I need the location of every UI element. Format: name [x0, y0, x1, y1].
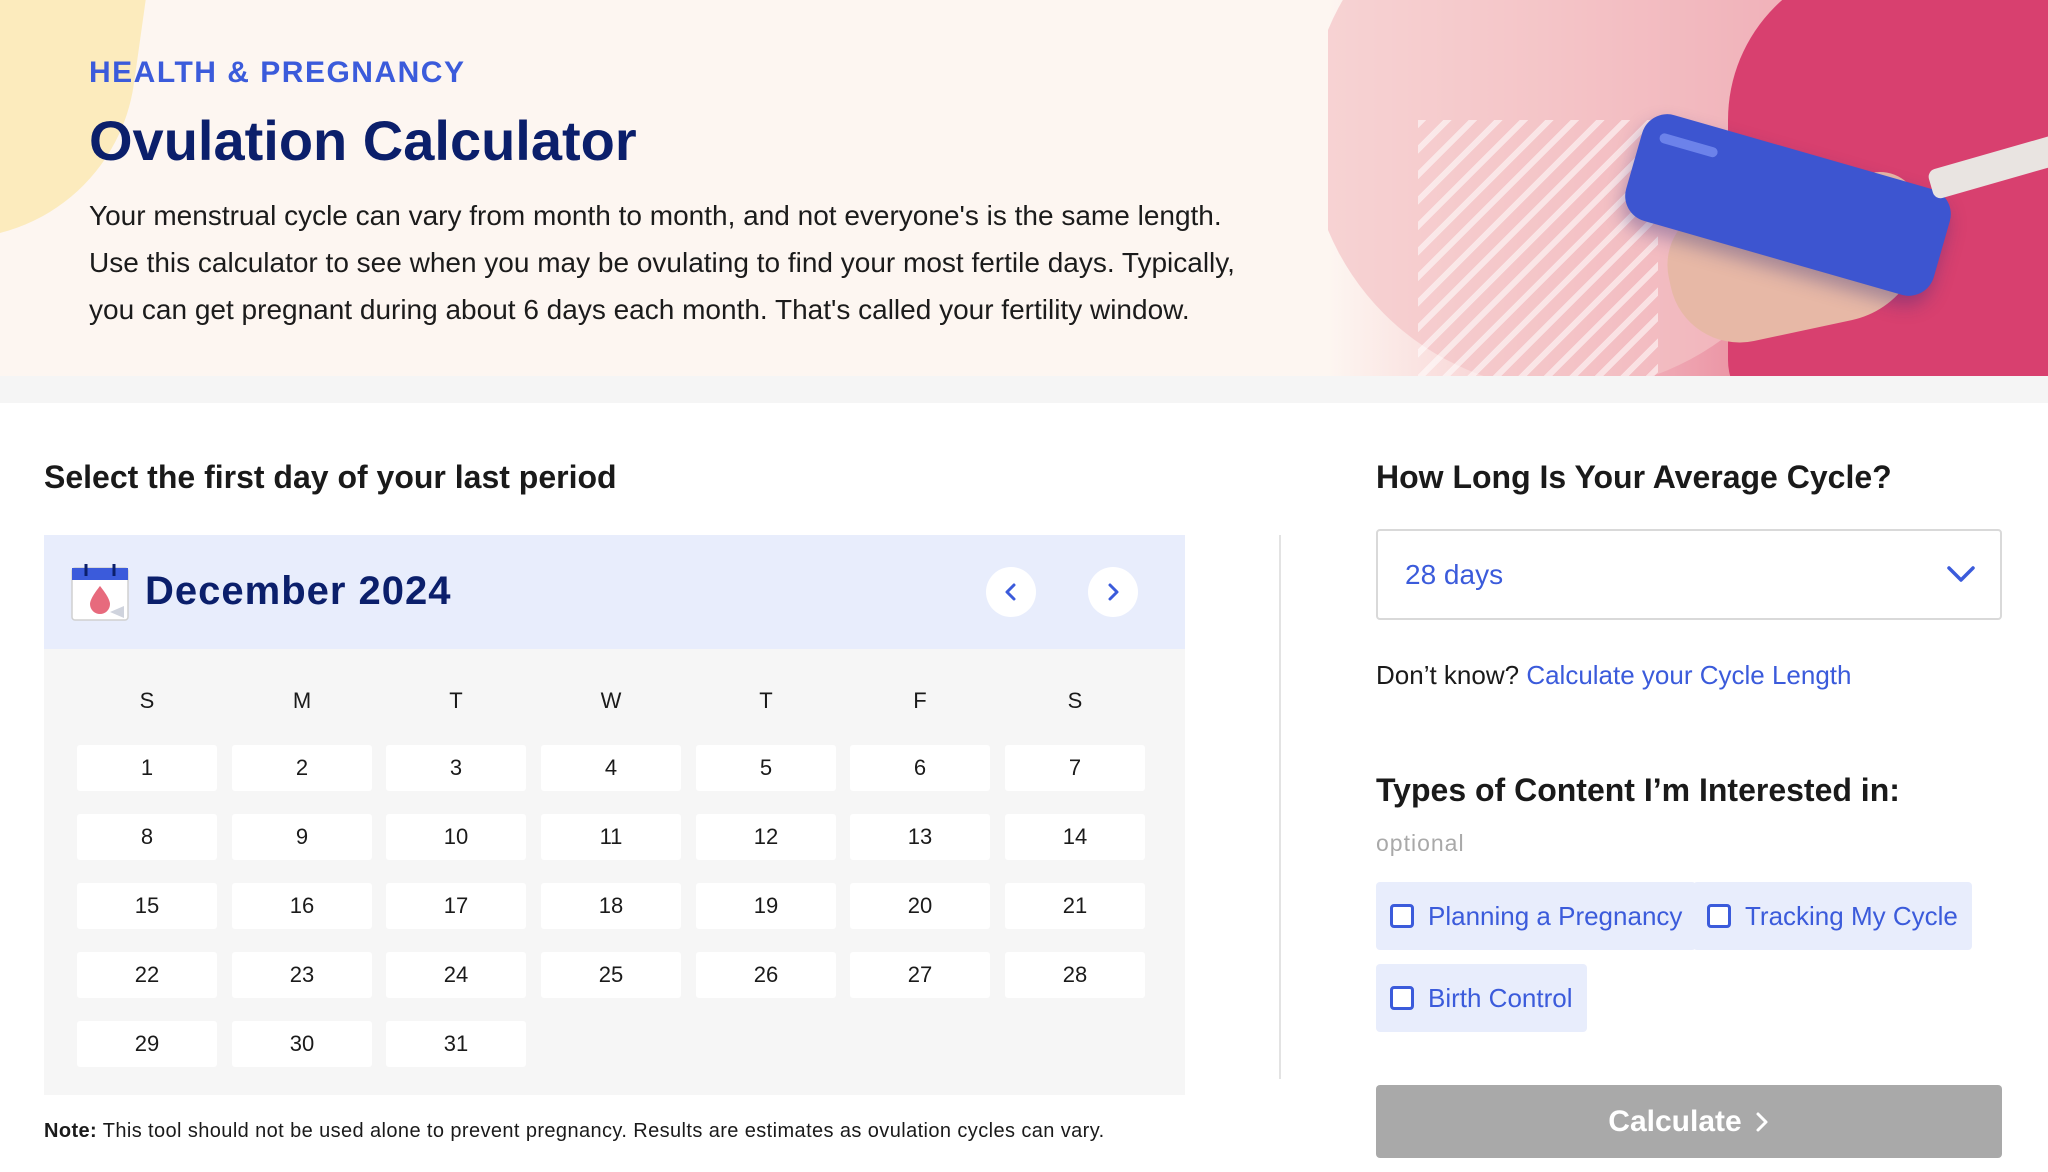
calendar-day[interactable]: 3: [386, 745, 526, 791]
intro-line: you can get pregnant during about 6 days…: [89, 294, 1190, 325]
calculate-button[interactable]: Calculate: [1376, 1085, 2002, 1158]
note-text: This tool should not be used alone to pr…: [97, 1120, 1105, 1142]
calendar-day[interactable]: 30: [232, 1021, 372, 1067]
weekday-label: T: [759, 688, 773, 713]
checkbox-label: Birth Control: [1428, 982, 1573, 1013]
calendar-day[interactable]: 17: [386, 883, 526, 929]
calendar-day[interactable]: 12: [696, 814, 836, 860]
checkbox-box[interactable]: [1390, 986, 1414, 1010]
checkbox-label: Planning a Pregnancy: [1428, 900, 1683, 931]
calendar-day[interactable]: 2: [232, 745, 372, 791]
calendar-day[interactable]: 16: [232, 883, 372, 929]
calculate-button-label: Calculate: [1608, 1104, 1742, 1138]
cycle-help: Don’t know? Calculate your Cycle Length: [1376, 660, 1852, 691]
page-title: Ovulation Calculator: [89, 109, 637, 172]
calendar-day[interactable]: 24: [386, 952, 526, 998]
chevron-down-icon: [1947, 566, 1975, 582]
checkbox-label: Tracking My Cycle: [1745, 900, 1958, 931]
note-label: Note:: [44, 1120, 98, 1142]
calendar-day[interactable]: 23: [232, 952, 372, 998]
calendar-day[interactable]: 10: [386, 814, 526, 860]
content-types-heading: Types of Content I’m Interested in:: [1376, 772, 1900, 808]
weekday-label: F: [913, 688, 927, 713]
calendar-month-label: December 2024: [145, 569, 452, 613]
calendar-day[interactable]: 26: [696, 952, 836, 998]
calendar-day[interactable]: 4: [541, 745, 681, 791]
planning-pregnancy-checkbox[interactable]: Planning a Pregnancy: [1376, 882, 1697, 950]
cycle-help-prefix: Don’t know?: [1376, 660, 1520, 690]
disclaimer-note: Note: This tool should not be used alone…: [44, 1120, 1105, 1143]
intro-text: Your menstrual cycle can vary from month…: [89, 192, 1269, 333]
hero-image: [1328, 0, 2048, 376]
calendar-day[interactable]: 29: [77, 1021, 217, 1067]
column-divider: [1279, 535, 1281, 1079]
calendar-day[interactable]: 19: [696, 883, 836, 929]
calendar-day[interactable]: 5: [696, 745, 836, 791]
calendar-day[interactable]: 15: [77, 883, 217, 929]
hero-banner: HEALTH & PREGNANCY Ovulation Calculator …: [0, 0, 2048, 376]
calendar-day[interactable]: 28: [1005, 952, 1145, 998]
tracking-cycle-checkbox[interactable]: Tracking My Cycle: [1693, 882, 1972, 950]
birth-control-checkbox[interactable]: Birth Control: [1376, 964, 1587, 1032]
calendar-day[interactable]: 20: [850, 883, 990, 929]
calculate-cycle-length-link[interactable]: Calculate your Cycle Length: [1526, 660, 1851, 690]
chevron-right-icon: [1756, 1112, 1768, 1131]
calendar-day[interactable]: 27: [850, 952, 990, 998]
calendar-section-label: Select the first day of your last period: [44, 459, 617, 495]
calendar-day[interactable]: 25: [541, 952, 681, 998]
calendar-day[interactable]: 14: [1005, 814, 1145, 860]
cycle-length-select[interactable]: 28 days: [1376, 529, 2002, 620]
calendar-day[interactable]: 13: [850, 814, 990, 860]
optional-label: optional: [1376, 830, 1465, 856]
calendar-day[interactable]: 6: [850, 745, 990, 791]
checkbox-box[interactable]: [1390, 904, 1414, 928]
category-label: HEALTH & PREGNANCY: [89, 56, 466, 89]
weekday-label: S: [139, 688, 155, 713]
cycle-length-value: 28 days: [1405, 559, 1504, 590]
calendar-day[interactable]: 11: [541, 814, 681, 860]
checkbox-box[interactable]: [1707, 904, 1731, 928]
chevron-right-icon: [1108, 583, 1119, 601]
calendar-header: December 2024: [44, 535, 1185, 649]
next-month-button[interactable]: [1088, 567, 1138, 617]
chevron-left-icon: [1005, 583, 1016, 601]
calendar-day[interactable]: 22: [77, 952, 217, 998]
weekday-label: W: [600, 688, 622, 713]
intro-line: Use this calculator to see when you may …: [89, 247, 1235, 278]
cycle-length-heading: How Long Is Your Average Cycle?: [1376, 459, 1892, 495]
calendar: December 2024 S M T W T F S 1 2 3 4 5 6 …: [44, 535, 1185, 1095]
calendar-day[interactable]: 21: [1005, 883, 1145, 929]
calendar-day[interactable]: 18: [541, 883, 681, 929]
calendar-day[interactable]: 9: [232, 814, 372, 860]
weekday-label: S: [1067, 688, 1083, 713]
calendar-day[interactable]: 8: [77, 814, 217, 860]
calendar-day[interactable]: 7: [1005, 745, 1145, 791]
weekday-label: M: [292, 688, 312, 713]
calendar-day[interactable]: 31: [386, 1021, 526, 1067]
intro-line: Your menstrual cycle can vary from month…: [89, 200, 1222, 231]
section-divider: [0, 376, 2048, 403]
calendar-drop-icon: [71, 564, 129, 621]
calendar-day[interactable]: 1: [77, 745, 217, 791]
weekday-label: T: [449, 688, 463, 713]
previous-month-button[interactable]: [986, 567, 1036, 617]
